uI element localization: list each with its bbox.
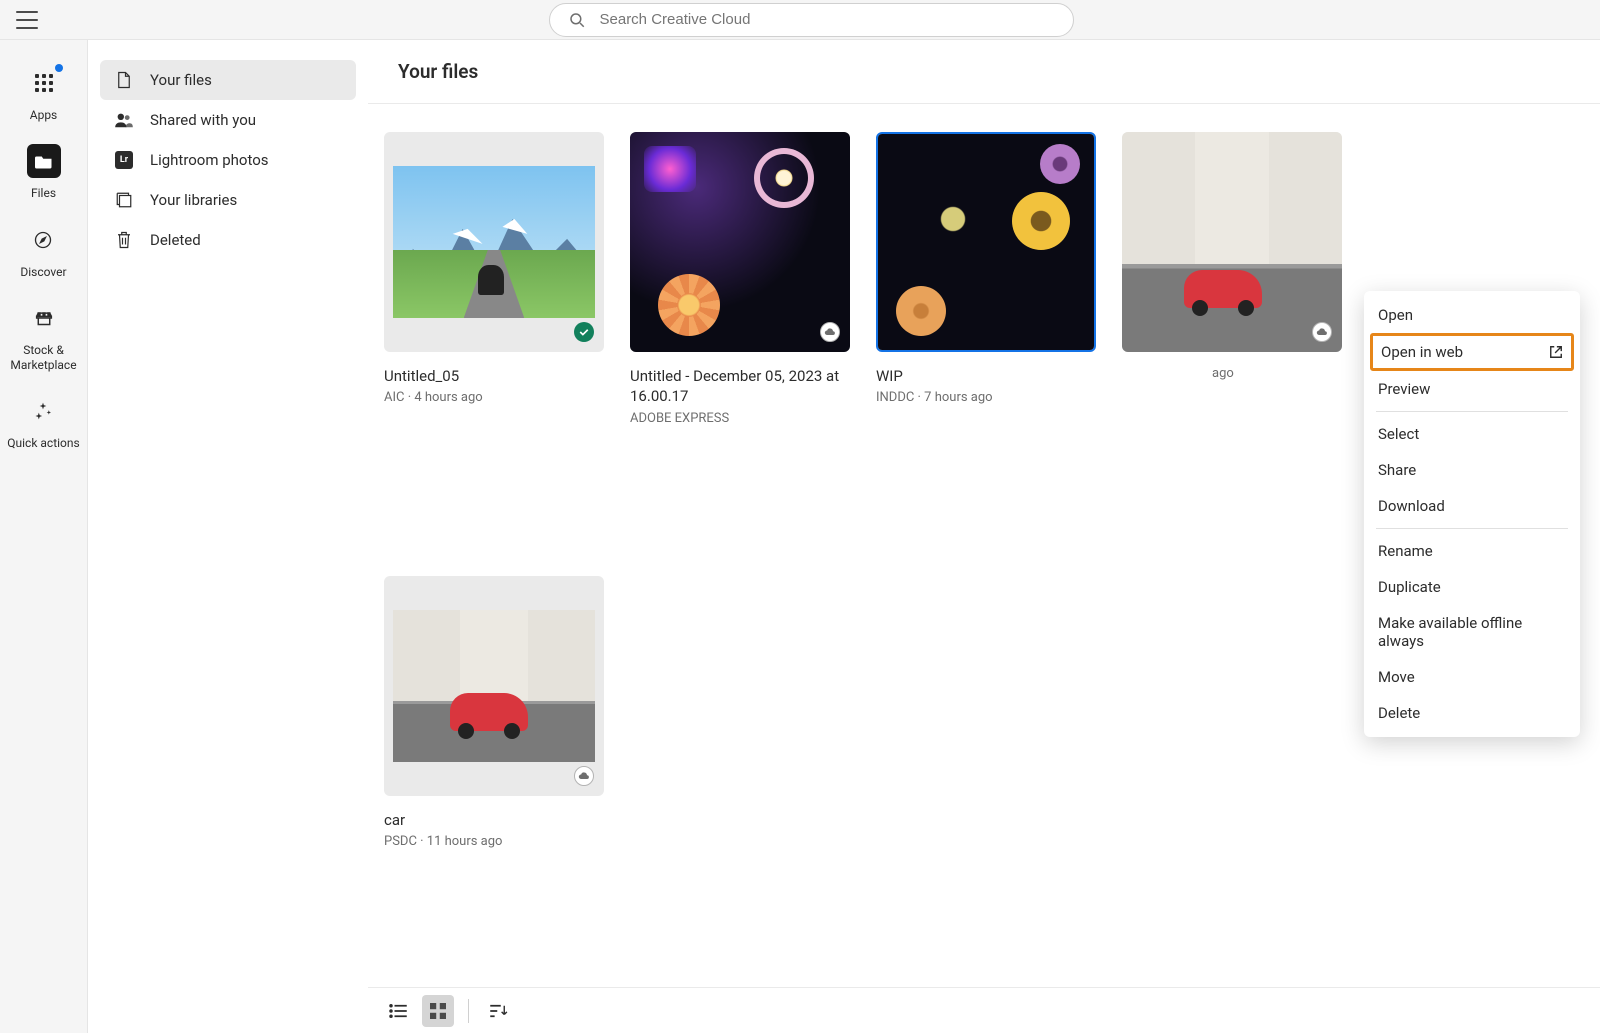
- sidebar-deleted[interactable]: Deleted: [100, 220, 356, 260]
- cloud-sync-icon: [820, 322, 840, 342]
- menu-separator: [1376, 528, 1568, 529]
- context-menu: Open Open in web Preview Select Share Do…: [1364, 291, 1580, 737]
- rail-label: Stock & Marketplace: [0, 343, 87, 372]
- menu-download[interactable]: Download: [1364, 488, 1580, 524]
- menu-rename[interactable]: Rename: [1364, 533, 1580, 569]
- rail-label: Files: [31, 186, 56, 200]
- file-card[interactable]: Untitled - December 05, 2023 at 16.00.17…: [630, 132, 850, 536]
- list-view-button[interactable]: [382, 995, 414, 1027]
- thumbnail[interactable]: [384, 576, 604, 796]
- notification-dot: [55, 64, 63, 72]
- menu-share[interactable]: Share: [1364, 452, 1580, 488]
- file-card[interactable]: WIP INDDC · 7 hours ago: [876, 132, 1096, 536]
- rail-apps[interactable]: Apps: [27, 66, 61, 122]
- rail-label: Quick actions: [7, 436, 79, 450]
- rail-nav: Apps Files Discover Stock & Marketplace …: [0, 40, 88, 1033]
- file-title: WIP: [876, 366, 1096, 386]
- sidebar-item-label: Shared with you: [150, 111, 256, 129]
- rail-quick-actions[interactable]: Quick actions: [7, 394, 79, 450]
- menu-duplicate[interactable]: Duplicate: [1364, 569, 1580, 605]
- divider: [468, 999, 469, 1023]
- grid-view-button[interactable]: [422, 995, 454, 1027]
- menu-separator: [1376, 411, 1568, 412]
- file-title: Untitled_05: [384, 366, 604, 386]
- search-box[interactable]: [549, 3, 1074, 37]
- menu-label: Open in web: [1381, 343, 1463, 361]
- sidebar: Your files Shared with you Lr Lightroom …: [88, 40, 368, 1033]
- sort-button[interactable]: [483, 995, 515, 1027]
- thumbnail[interactable]: [876, 132, 1096, 352]
- sidebar-item-label: Deleted: [150, 231, 201, 249]
- menu-open-in-web[interactable]: Open in web: [1370, 333, 1574, 371]
- status-ok-icon: [574, 322, 594, 342]
- file-card[interactable]: Untitled_05 AIC · 4 hours ago: [384, 132, 604, 536]
- file-meta: ADOBE EXPRESS: [630, 411, 850, 426]
- sidebar-item-label: Your libraries: [150, 191, 237, 209]
- sidebar-shared[interactable]: Shared with you: [100, 100, 356, 140]
- topbar: [0, 0, 1600, 40]
- sidebar-libraries[interactable]: Your libraries: [100, 180, 356, 220]
- file-title: car: [384, 810, 604, 830]
- menu-icon[interactable]: [16, 11, 38, 29]
- footer-toolbar: [368, 987, 1600, 1033]
- menu-open[interactable]: Open: [1364, 297, 1580, 333]
- main-header: Your files: [368, 40, 1600, 104]
- file-icon: [114, 70, 134, 90]
- menu-move[interactable]: Move: [1364, 659, 1580, 695]
- file-title: Untitled - December 05, 2023 at 16.00.17: [630, 366, 850, 407]
- main: Your files Untitled_05 AIC · 4 hours ago…: [368, 40, 1600, 1033]
- menu-offline[interactable]: Make available offline always: [1364, 605, 1580, 659]
- rail-discover[interactable]: Discover: [20, 223, 66, 279]
- rail-files[interactable]: Files: [27, 144, 61, 200]
- trash-icon: [114, 230, 134, 250]
- menu-preview[interactable]: Preview: [1364, 371, 1580, 407]
- libraries-icon: [114, 190, 134, 210]
- people-icon: [114, 110, 134, 130]
- rail-label: Discover: [20, 265, 66, 279]
- menu-delete[interactable]: Delete: [1364, 695, 1580, 731]
- sidebar-your-files[interactable]: Your files: [100, 60, 356, 100]
- thumbnail[interactable]: [630, 132, 850, 352]
- page-title: Your files: [398, 60, 1570, 83]
- thumbnail[interactable]: [1122, 132, 1342, 352]
- file-meta: PSDC · 11 hours ago: [384, 834, 604, 849]
- menu-select[interactable]: Select: [1364, 416, 1580, 452]
- sidebar-lightroom[interactable]: Lr Lightroom photos: [100, 140, 356, 180]
- quick-actions-icon: [26, 394, 60, 428]
- sidebar-item-label: Your files: [150, 71, 212, 89]
- thumbnail[interactable]: [384, 132, 604, 352]
- cloud-sync-icon: [1312, 322, 1332, 342]
- file-card[interactable]: car PSDC · 11 hours ago: [384, 576, 604, 959]
- apps-icon: [27, 66, 61, 100]
- discover-icon: [26, 223, 60, 257]
- rail-stock[interactable]: Stock & Marketplace: [0, 301, 87, 372]
- search-container: [38, 3, 1584, 37]
- file-meta: ago: [1212, 366, 1342, 381]
- files-icon: [27, 144, 61, 178]
- sidebar-item-label: Lightroom photos: [150, 151, 269, 169]
- cloud-sync-icon: [574, 766, 594, 786]
- layout: Apps Files Discover Stock & Marketplace …: [0, 40, 1600, 1033]
- rail-label: Apps: [30, 108, 58, 122]
- file-card[interactable]: ago: [1122, 132, 1342, 536]
- file-meta: INDDC · 7 hours ago: [876, 390, 1096, 405]
- search-icon: [568, 11, 586, 29]
- lightroom-icon: Lr: [114, 150, 134, 170]
- external-link-icon: [1549, 345, 1563, 359]
- stock-icon: [27, 301, 61, 335]
- search-input[interactable]: [600, 11, 1055, 28]
- file-meta: AIC · 4 hours ago: [384, 390, 604, 405]
